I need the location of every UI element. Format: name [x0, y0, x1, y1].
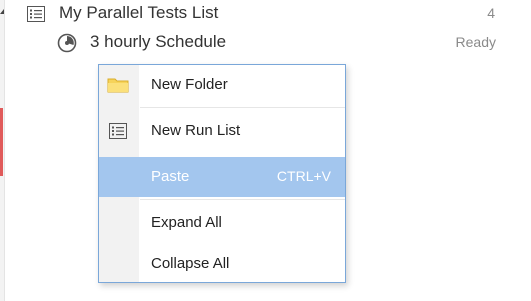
- menu-item-label: Paste: [151, 168, 190, 185]
- menu-item-label: New Folder: [151, 76, 228, 93]
- menu-item-expand-all[interactable]: Expand All: [99, 203, 345, 243]
- menu-separator: [140, 107, 345, 108]
- menu-item-shortcut: CTRL+V: [276, 168, 331, 184]
- menu-item-label: New Run List: [151, 122, 241, 139]
- menu-item-new-folder[interactable]: New Folder: [99, 65, 345, 105]
- schedule-icon: [56, 32, 78, 54]
- menu-item-collapse-all[interactable]: Collapse All: [99, 244, 345, 284]
- item-count: 4: [487, 5, 495, 21]
- menu-item-label: Expand All: [151, 214, 222, 231]
- menu-separator: [140, 199, 345, 200]
- menu-item-label: Collapse All: [151, 255, 230, 272]
- tree-row-hourly-schedule[interactable]: 3 hourly Schedule Ready: [0, 29, 531, 57]
- context-menu: New Folder New Run List Paste CTRL+V Exp…: [98, 64, 346, 283]
- folder-icon: [107, 75, 129, 95]
- selection-marker: [0, 108, 3, 176]
- status-text: Ready: [455, 34, 496, 50]
- list-icon: [107, 121, 129, 141]
- menu-item-paste[interactable]: Paste CTRL+V: [99, 157, 345, 197]
- list-icon: [25, 3, 47, 25]
- tree-row-parallel-tests-list[interactable]: My Parallel Tests List 4: [0, 0, 531, 28]
- menu-item-new-run-list[interactable]: New Run List: [99, 111, 345, 151]
- tree-item-label: 3 hourly Schedule: [90, 32, 227, 51]
- tree-item-label: My Parallel Tests List: [59, 3, 219, 22]
